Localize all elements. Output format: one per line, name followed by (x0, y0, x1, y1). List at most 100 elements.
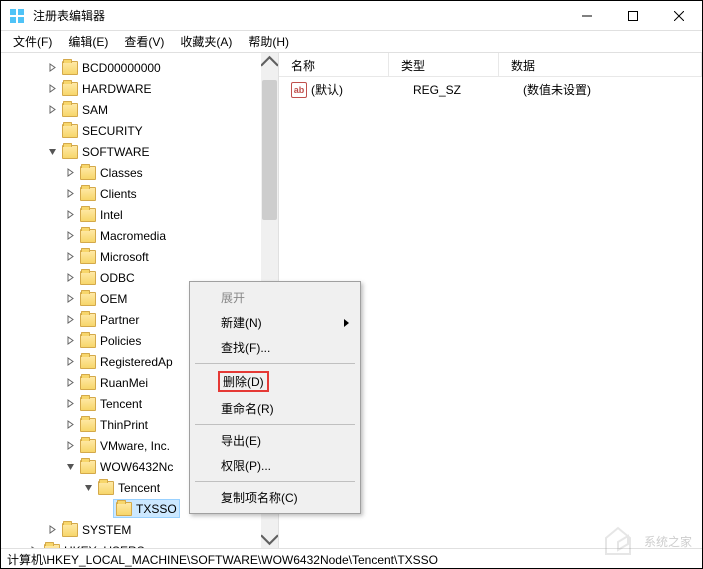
tree-item-security[interactable]: SECURITY (1, 120, 278, 141)
folder-icon (80, 355, 96, 369)
tree-label: VMware, Inc. (100, 439, 170, 453)
tree-label: BCD00000000 (82, 61, 161, 75)
expander-icon[interactable] (45, 84, 59, 93)
tree-label: Partner (100, 313, 139, 327)
expander-icon[interactable] (63, 210, 77, 219)
tree-item-macromedia[interactable]: Macromedia (1, 225, 278, 246)
tree-item-sam[interactable]: SAM (1, 99, 278, 120)
statusbar: 计算机\HKEY_LOCAL_MACHINE\SOFTWARE\WOW6432N… (1, 548, 702, 568)
scroll-thumb[interactable] (262, 80, 277, 220)
expander-icon[interactable] (63, 399, 77, 408)
cm-expand: 展开 (193, 285, 357, 310)
tree-item-intel[interactable]: Intel (1, 204, 278, 225)
cm-export[interactable]: 导出(E) (193, 428, 357, 453)
tree-item-system[interactable]: SYSTEM (1, 519, 278, 540)
menu-edit[interactable]: 编辑(E) (60, 31, 116, 52)
titlebar: 注册表编辑器 (1, 1, 702, 31)
expander-icon[interactable] (63, 315, 77, 324)
tree-label: TXSSO (136, 502, 177, 516)
tree-label: Tencent (100, 397, 142, 411)
folder-icon (44, 544, 60, 549)
expander-icon[interactable] (63, 336, 77, 345)
col-type[interactable]: 类型 (389, 53, 499, 76)
tree-label: SYSTEM (82, 523, 131, 537)
expander-icon[interactable] (81, 483, 95, 492)
maximize-button[interactable] (610, 1, 656, 31)
cm-copyname[interactable]: 复制项名称(C) (193, 485, 357, 510)
cm-rename[interactable]: 重命名(R) (193, 396, 357, 421)
window-title: 注册表编辑器 (33, 7, 564, 24)
folder-icon (116, 502, 132, 516)
tree-item-bcd00000000[interactable]: BCD00000000 (1, 57, 278, 78)
folder-icon (80, 292, 96, 306)
tree-label: ThinPrint (100, 418, 148, 432)
tree-label: RuanMei (100, 376, 148, 390)
expander-icon[interactable] (63, 168, 77, 177)
tree-label: SOFTWARE (82, 145, 150, 159)
folder-icon (80, 397, 96, 411)
tree-item-software[interactable]: SOFTWARE (1, 141, 278, 162)
folder-icon (80, 439, 96, 453)
value-data: (数值未设置) (511, 81, 603, 98)
folder-icon (80, 229, 96, 243)
menu-file[interactable]: 文件(F) (5, 31, 60, 52)
expander-icon[interactable] (27, 546, 41, 548)
scroll-up-button[interactable] (261, 53, 278, 70)
expander-icon[interactable] (45, 147, 59, 156)
expander-icon[interactable] (63, 378, 77, 387)
folder-icon (62, 103, 78, 117)
folder-icon (80, 250, 96, 264)
expander-icon[interactable] (63, 462, 77, 471)
tree-item-microsoft[interactable]: Microsoft (1, 246, 278, 267)
cm-separator (195, 424, 355, 425)
list-row[interactable]: ab (默认) REG_SZ (数值未设置) (279, 77, 702, 102)
expander-icon[interactable] (63, 441, 77, 450)
menu-view[interactable]: 查看(V) (116, 31, 172, 52)
folder-icon (80, 460, 96, 474)
tree-label: WOW6432Nc (100, 460, 173, 474)
tree-item-hkey-users[interactable]: HKEY_USERS (1, 540, 278, 548)
folder-icon (62, 523, 78, 537)
expander-icon[interactable] (63, 189, 77, 198)
tree-item-clients[interactable]: Clients (1, 183, 278, 204)
value-name: (默认) (311, 81, 343, 98)
cm-separator (195, 363, 355, 364)
tree-label: Macromedia (100, 229, 166, 243)
string-value-icon: ab (291, 82, 307, 98)
folder-icon (62, 82, 78, 96)
cm-find[interactable]: 查找(F)... (193, 335, 357, 360)
expander-icon[interactable] (63, 357, 77, 366)
expander-icon[interactable] (45, 525, 59, 534)
tree-label: Intel (100, 208, 123, 222)
tree-label: HARDWARE (82, 82, 152, 96)
value-type: REG_SZ (401, 81, 511, 98)
col-data[interactable]: 数据 (499, 53, 702, 76)
close-button[interactable] (656, 1, 702, 31)
scroll-down-button[interactable] (261, 531, 278, 548)
expander-icon[interactable] (63, 294, 77, 303)
folder-icon (80, 313, 96, 327)
tree-label: SAM (82, 103, 108, 117)
expander-icon[interactable] (63, 420, 77, 429)
app-icon (9, 8, 25, 24)
expander-icon[interactable] (45, 105, 59, 114)
window-controls (564, 1, 702, 31)
col-name[interactable]: 名称 (279, 53, 389, 76)
expander-icon[interactable] (63, 273, 77, 282)
folder-icon (80, 187, 96, 201)
cm-permissions[interactable]: 权限(P)... (193, 453, 357, 478)
cm-new[interactable]: 新建(N) (193, 310, 357, 335)
tree-item-hardware[interactable]: HARDWARE (1, 78, 278, 99)
cm-delete[interactable]: 删除(D) (193, 367, 357, 396)
tree-item-classes[interactable]: Classes (1, 162, 278, 183)
menu-favorites[interactable]: 收藏夹(A) (172, 31, 240, 52)
folder-icon (80, 334, 96, 348)
folder-icon (98, 481, 114, 495)
list-header: 名称 类型 数据 (279, 53, 702, 77)
expander-icon[interactable] (63, 231, 77, 240)
minimize-button[interactable] (564, 1, 610, 31)
menu-help[interactable]: 帮助(H) (240, 31, 297, 52)
expander-icon[interactable] (45, 63, 59, 72)
expander-icon[interactable] (63, 252, 77, 261)
tree-label: Classes (100, 166, 143, 180)
